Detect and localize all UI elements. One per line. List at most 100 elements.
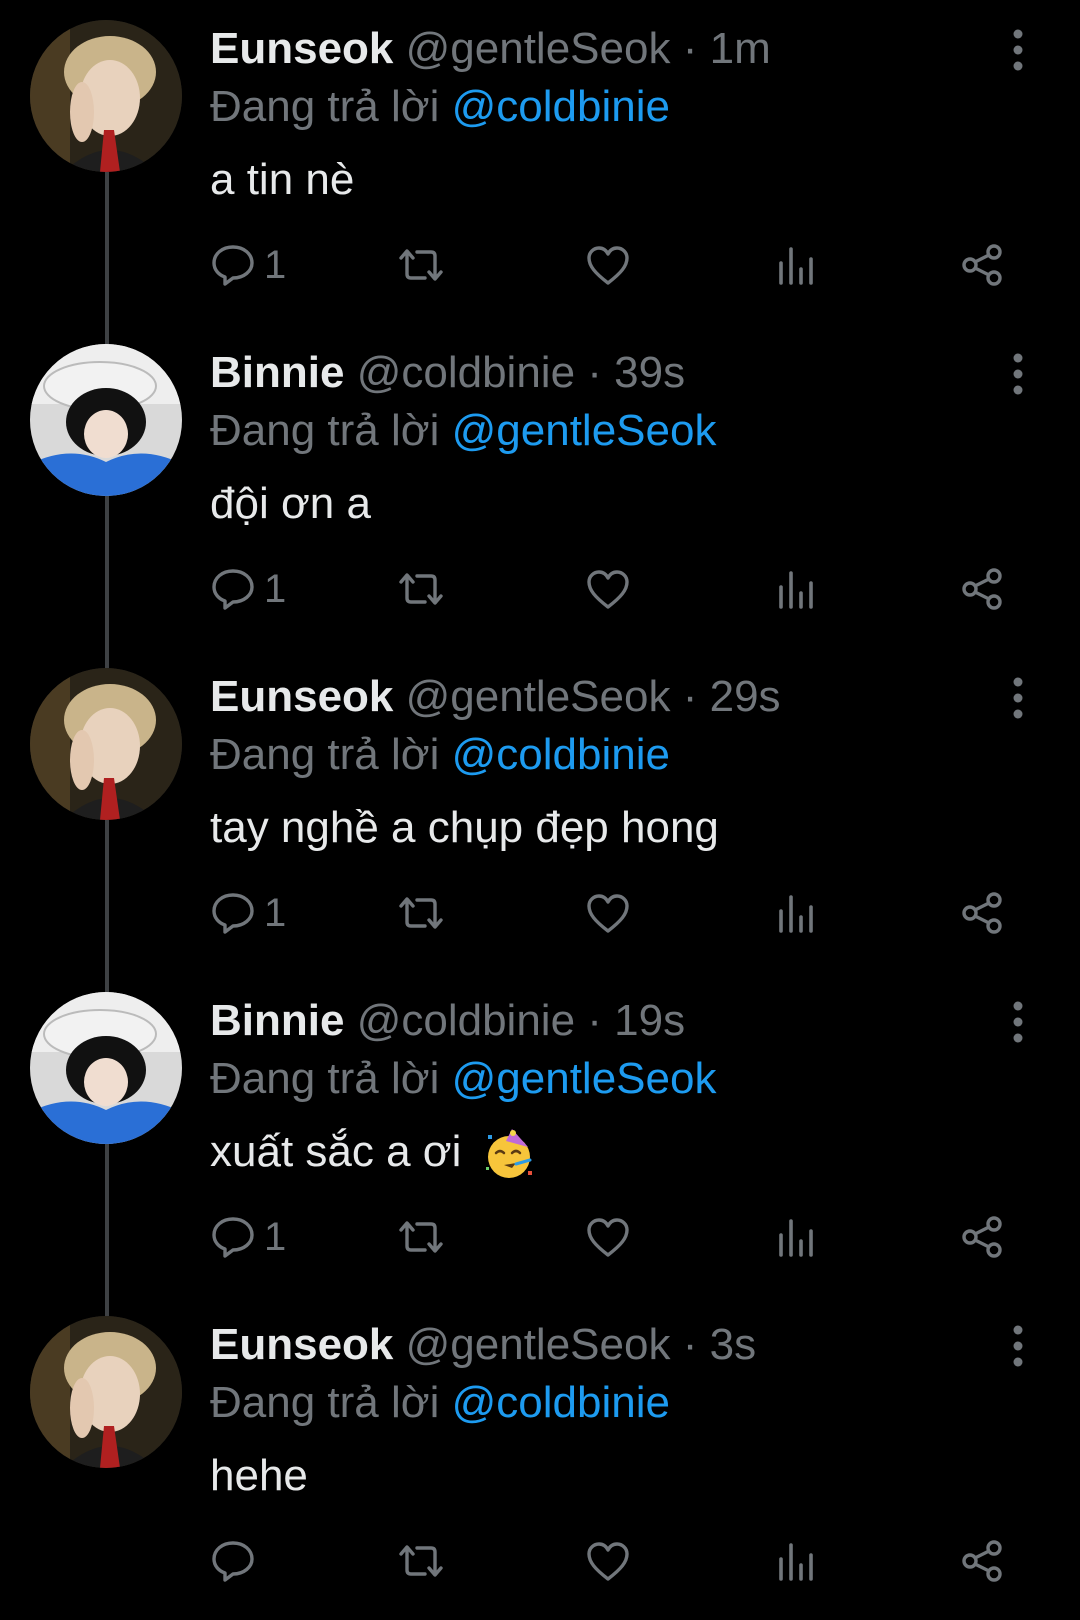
- like-button[interactable]: [585, 1536, 631, 1586]
- tweet-actions: 1: [0, 564, 1080, 614]
- share-button[interactable]: [960, 1212, 1004, 1262]
- tweet-time[interactable]: 1m: [710, 24, 771, 73]
- replying-to-label: Đang trả lời: [210, 406, 440, 455]
- more-options-button[interactable]: [1000, 1324, 1036, 1368]
- mention-link[interactable]: @gentleSeok: [452, 406, 717, 455]
- like-button[interactable]: [585, 888, 631, 938]
- comment-bubble-icon: [212, 569, 254, 610]
- share-nodes-icon: [962, 244, 1002, 286]
- mention-link[interactable]: @coldbinie: [452, 1378, 670, 1427]
- share-button[interactable]: [960, 564, 1004, 614]
- author-name[interactable]: Eunseok: [210, 1320, 393, 1369]
- replying-to-label: Đang trả lời: [210, 730, 440, 779]
- views-button[interactable]: [776, 240, 816, 290]
- avatar-eunseok[interactable]: [30, 1316, 182, 1468]
- vertical-dots-icon: [1013, 29, 1023, 71]
- heart-outline-icon: [587, 570, 629, 609]
- vertical-dots-icon: [1013, 677, 1023, 719]
- mention-link[interactable]: @coldbinie: [452, 730, 670, 779]
- reply-button[interactable]: 1: [210, 1212, 286, 1262]
- reply-count: 1: [264, 1215, 287, 1259]
- share-nodes-icon: [962, 1216, 1002, 1258]
- share-button[interactable]: [960, 888, 1004, 938]
- separator-dot: ·: [682, 1320, 698, 1369]
- reply-button[interactable]: 1: [210, 240, 286, 290]
- author-handle[interactable]: @coldbinie: [357, 996, 575, 1045]
- heart-outline-icon: [587, 1218, 629, 1257]
- tweet-actions: 1: [0, 240, 1080, 290]
- share-nodes-icon: [962, 568, 1002, 610]
- views-button[interactable]: [776, 888, 816, 938]
- avatar-eunseok[interactable]: [30, 668, 182, 820]
- avatar-binnie[interactable]: [30, 992, 182, 1144]
- comment-bubble-icon: [212, 893, 254, 934]
- tweet-header: Eunseok @gentleSeok · 3s: [210, 1318, 756, 1372]
- retweet-arrows-icon: [399, 249, 443, 281]
- replying-to-label: Đang trả lời: [210, 1378, 440, 1427]
- author-name[interactable]: Binnie: [210, 348, 344, 397]
- retweet-button[interactable]: [395, 240, 447, 290]
- reply-button[interactable]: [210, 1536, 256, 1586]
- author-name[interactable]: Eunseok: [210, 24, 393, 73]
- more-options-button[interactable]: [1000, 676, 1036, 720]
- more-options-button[interactable]: [1000, 28, 1036, 72]
- views-button[interactable]: [776, 1536, 816, 1586]
- tweet-time[interactable]: 3s: [710, 1320, 756, 1369]
- tweet[interactable]: Binnie @coldbinie · 19s Đang trả lời @ge…: [0, 972, 1080, 1296]
- tweet-time[interactable]: 19s: [614, 996, 685, 1045]
- thread-connector: [105, 648, 109, 668]
- tweet-time[interactable]: 39s: [614, 348, 685, 397]
- retweet-button[interactable]: [395, 1212, 447, 1262]
- tweet-header: Binnie @coldbinie · 19s: [210, 994, 685, 1048]
- mention-link[interactable]: @coldbinie: [452, 82, 670, 131]
- author-name[interactable]: Binnie: [210, 996, 344, 1045]
- separator-dot: ·: [587, 996, 602, 1045]
- retweet-button[interactable]: [395, 888, 447, 938]
- author-handle[interactable]: @gentleSeok: [406, 24, 671, 73]
- tweet[interactable]: Binnie @coldbinie · 39s Đang trả lời @ge…: [0, 324, 1080, 648]
- like-button[interactable]: [585, 564, 631, 614]
- tweet[interactable]: Eunseok @gentleSeok · 3s Đang trả lời @c…: [0, 1296, 1080, 1620]
- replying-to: Đang trả lời @gentleSeok: [210, 404, 716, 458]
- heart-outline-icon: [587, 246, 629, 285]
- tweet[interactable]: Eunseok @gentleSeok · 1m Đang trả lời @c…: [0, 0, 1080, 324]
- like-button[interactable]: [585, 240, 631, 290]
- partying-face-emoji: [485, 1129, 532, 1179]
- vertical-dots-icon: [1013, 1325, 1023, 1367]
- heart-outline-icon: [587, 1542, 629, 1581]
- avatar-binnie[interactable]: [30, 344, 182, 496]
- retweet-arrows-icon: [399, 1221, 443, 1253]
- share-button[interactable]: [960, 1536, 1004, 1586]
- heart-outline-icon: [587, 894, 629, 933]
- replying-to: Đang trả lời @coldbinie: [210, 1376, 670, 1430]
- author-handle[interactable]: @gentleSeok: [406, 1320, 671, 1369]
- tweet-header: Eunseok @gentleSeok · 29s: [210, 670, 781, 724]
- tweet-actions: 1: [0, 1212, 1080, 1262]
- comment-bubble-icon: [212, 1541, 254, 1582]
- retweet-button[interactable]: [395, 564, 447, 614]
- reply-button[interactable]: 1: [210, 564, 286, 614]
- share-button[interactable]: [960, 240, 1004, 290]
- reply-button[interactable]: 1: [210, 888, 286, 938]
- tweet-time[interactable]: 29s: [710, 672, 781, 721]
- share-nodes-icon: [962, 892, 1002, 934]
- retweet-button[interactable]: [395, 1536, 447, 1586]
- author-handle[interactable]: @coldbinie: [357, 348, 575, 397]
- tweet-header: Eunseok @gentleSeok · 1m: [210, 22, 771, 76]
- author-name[interactable]: Eunseok: [210, 672, 393, 721]
- tweet-text: a tin nè: [210, 155, 355, 204]
- more-options-button[interactable]: [1000, 1000, 1036, 1044]
- like-button[interactable]: [585, 1212, 631, 1262]
- tweet-text: xuất sắc a ơi: [210, 1127, 462, 1176]
- retweet-arrows-icon: [399, 573, 443, 605]
- more-options-button[interactable]: [1000, 352, 1036, 396]
- views-button[interactable]: [776, 564, 816, 614]
- tweet[interactable]: Eunseok @gentleSeok · 29s Đang trả lời @…: [0, 648, 1080, 972]
- avatar-eunseok[interactable]: [30, 20, 182, 172]
- replying-to-label: Đang trả lời: [210, 82, 440, 131]
- mention-link[interactable]: @gentleSeok: [452, 1054, 717, 1103]
- reply-count: 1: [264, 243, 287, 287]
- views-button[interactable]: [776, 1212, 816, 1262]
- author-handle[interactable]: @gentleSeok: [406, 672, 671, 721]
- reply-count: 1: [264, 891, 287, 935]
